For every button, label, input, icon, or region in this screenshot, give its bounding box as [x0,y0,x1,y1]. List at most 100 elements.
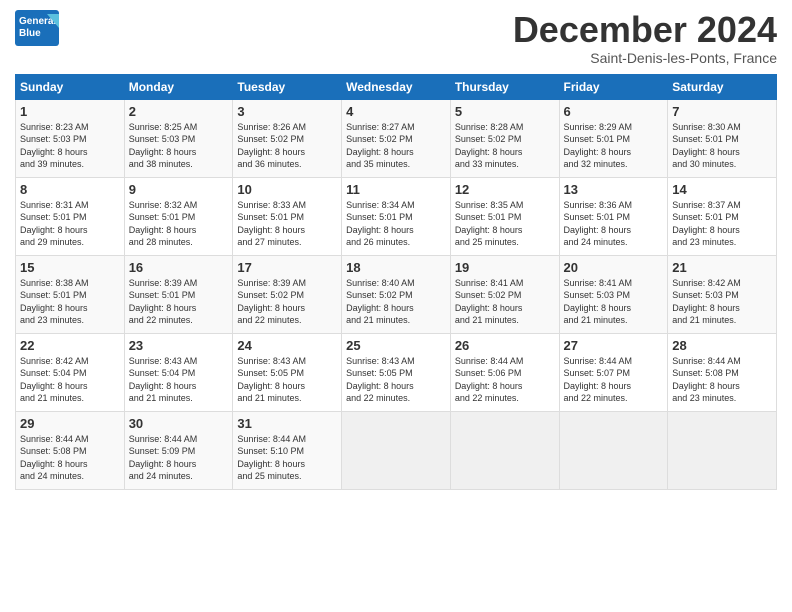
calendar-cell [559,411,668,489]
day-number: 22 [20,338,120,353]
header: General Blue December 2024 Saint-Denis-l… [15,10,777,66]
calendar-cell: 30 Sunrise: 8:44 AM Sunset: 5:09 PM Dayli… [124,411,233,489]
day-number: 16 [129,260,229,275]
calendar-week-1: 1Sunrise: 8:23 AM Sunset: 5:03 PM Daylig… [16,99,777,177]
day-number: 20 [564,260,664,275]
day-info: Sunrise: 8:42 AM Sunset: 5:03 PM Dayligh… [672,277,772,327]
calendar-cell [450,411,559,489]
title-area: December 2024 Saint-Denis-les-Ponts, Fra… [513,10,777,66]
day-info: Sunrise: 8:31 AM Sunset: 5:01 PM Dayligh… [20,199,120,249]
day-number: 6 [564,104,664,119]
header-sunday: Sunday [16,74,125,99]
day-number: 24 [237,338,337,353]
day-info: Sunrise: 8:33 AM Sunset: 5:01 PM Dayligh… [237,199,337,249]
day-info: Sunrise: 8:43 AM Sunset: 5:05 PM Dayligh… [346,355,446,405]
day-info: Sunrise: 8:43 AM Sunset: 5:05 PM Dayligh… [237,355,337,405]
calendar-cell: 29Sunrise: 8:44 AM Sunset: 5:08 PM Dayli… [16,411,125,489]
calendar-cell: 16Sunrise: 8:39 AM Sunset: 5:01 PM Dayli… [124,255,233,333]
day-info: Sunrise: 8:44 AM Sunset: 5:09 PM Dayligh… [129,433,229,483]
header-saturday: Saturday [668,74,777,99]
calendar-page: General Blue December 2024 Saint-Denis-l… [0,0,792,612]
day-number: 4 [346,104,446,119]
day-info: Sunrise: 8:28 AM Sunset: 5:02 PM Dayligh… [455,121,555,171]
day-info: Sunrise: 8:39 AM Sunset: 5:02 PM Dayligh… [237,277,337,327]
day-info: Sunrise: 8:27 AM Sunset: 5:02 PM Dayligh… [346,121,446,171]
day-info: Sunrise: 8:32 AM Sunset: 5:01 PM Dayligh… [129,199,229,249]
calendar-cell [668,411,777,489]
day-number: 17 [237,260,337,275]
day-info: Sunrise: 8:41 AM Sunset: 5:02 PM Dayligh… [455,277,555,327]
day-info: Sunrise: 8:44 AM Sunset: 5:08 PM Dayligh… [672,355,772,405]
day-info: Sunrise: 8:44 AM Sunset: 5:08 PM Dayligh… [20,433,120,483]
calendar-cell: 27Sunrise: 8:44 AM Sunset: 5:07 PM Dayli… [559,333,668,411]
calendar-cell: 21 Sunrise: 8:42 AM Sunset: 5:03 PM Dayli… [668,255,777,333]
calendar-cell: 14 Sunrise: 8:37 AM Sunset: 5:01 PM Dayli… [668,177,777,255]
calendar-cell: 31 Sunrise: 8:44 AM Sunset: 5:10 PM Dayli… [233,411,342,489]
day-number: 19 [455,260,555,275]
day-info: Sunrise: 8:37 AM Sunset: 5:01 PM Dayligh… [672,199,772,249]
day-info: Sunrise: 8:44 AM Sunset: 5:07 PM Dayligh… [564,355,664,405]
day-info: Sunrise: 8:42 AM Sunset: 5:04 PM Dayligh… [20,355,120,405]
day-number: 3 [237,104,337,119]
calendar-cell: 10 Sunrise: 8:33 AM Sunset: 5:01 PM Dayli… [233,177,342,255]
day-info: Sunrise: 8:41 AM Sunset: 5:03 PM Dayligh… [564,277,664,327]
day-number: 14 [672,182,772,197]
logo: General Blue [15,10,59,46]
calendar-header-row: Sunday Monday Tuesday Wednesday Thursday… [16,74,777,99]
day-number: 31 [237,416,337,431]
day-info: Sunrise: 8:35 AM Sunset: 5:01 PM Dayligh… [455,199,555,249]
calendar-cell: 28Sunrise: 8:44 AM Sunset: 5:08 PM Dayli… [668,333,777,411]
calendar-week-4: 22 Sunrise: 8:42 AM Sunset: 5:04 PM Dayli… [16,333,777,411]
calendar-cell: 23 Sunrise: 8:43 AM Sunset: 5:04 PM Dayli… [124,333,233,411]
logo-icon: General Blue [15,10,59,46]
day-number: 26 [455,338,555,353]
header-wednesday: Wednesday [342,74,451,99]
day-info: Sunrise: 8:44 AM Sunset: 5:10 PM Dayligh… [237,433,337,483]
calendar-cell: 13Sunrise: 8:36 AM Sunset: 5:01 PM Dayli… [559,177,668,255]
header-monday: Monday [124,74,233,99]
day-number: 23 [129,338,229,353]
day-number: 10 [237,182,337,197]
calendar-cell: 3 Sunrise: 8:26 AM Sunset: 5:02 PM Daylig… [233,99,342,177]
day-number: 9 [129,182,229,197]
calendar-week-5: 29Sunrise: 8:44 AM Sunset: 5:08 PM Dayli… [16,411,777,489]
day-number: 11 [346,182,446,197]
day-info: Sunrise: 8:40 AM Sunset: 5:02 PM Dayligh… [346,277,446,327]
calendar-cell: 12 Sunrise: 8:35 AM Sunset: 5:01 PM Dayli… [450,177,559,255]
calendar-cell: 9 Sunrise: 8:32 AM Sunset: 5:01 PM Daylig… [124,177,233,255]
day-info: Sunrise: 8:25 AM Sunset: 5:03 PM Dayligh… [129,121,229,171]
calendar-cell: 11 Sunrise: 8:34 AM Sunset: 5:01 PM Dayli… [342,177,451,255]
day-number: 12 [455,182,555,197]
calendar-cell: 7 Sunrise: 8:30 AM Sunset: 5:01 PM Daylig… [668,99,777,177]
calendar-cell: 8 Sunrise: 8:31 AM Sunset: 5:01 PM Daylig… [16,177,125,255]
calendar-cell: 25Sunrise: 8:43 AM Sunset: 5:05 PM Dayli… [342,333,451,411]
day-number: 13 [564,182,664,197]
calendar-cell: 6 Sunrise: 8:29 AM Sunset: 5:01 PM Daylig… [559,99,668,177]
day-info: Sunrise: 8:29 AM Sunset: 5:01 PM Dayligh… [564,121,664,171]
day-number: 7 [672,104,772,119]
day-info: Sunrise: 8:43 AM Sunset: 5:04 PM Dayligh… [129,355,229,405]
day-number: 21 [672,260,772,275]
day-info: Sunrise: 8:26 AM Sunset: 5:02 PM Dayligh… [237,121,337,171]
month-title: December 2024 [513,10,777,50]
day-number: 2 [129,104,229,119]
calendar-table: Sunday Monday Tuesday Wednesday Thursday… [15,74,777,490]
day-number: 8 [20,182,120,197]
calendar-cell: 22 Sunrise: 8:42 AM Sunset: 5:04 PM Dayli… [16,333,125,411]
calendar-cell: 4 Sunrise: 8:27 AM Sunset: 5:02 PM Daylig… [342,99,451,177]
calendar-cell [342,411,451,489]
calendar-week-3: 15Sunrise: 8:38 AM Sunset: 5:01 PM Dayli… [16,255,777,333]
calendar-cell: 2 Sunrise: 8:25 AM Sunset: 5:03 PM Daylig… [124,99,233,177]
day-info: Sunrise: 8:30 AM Sunset: 5:01 PM Dayligh… [672,121,772,171]
day-info: Sunrise: 8:34 AM Sunset: 5:01 PM Dayligh… [346,199,446,249]
day-info: Sunrise: 8:44 AM Sunset: 5:06 PM Dayligh… [455,355,555,405]
header-friday: Friday [559,74,668,99]
calendar-cell: 5Sunrise: 8:28 AM Sunset: 5:02 PM Daylig… [450,99,559,177]
location: Saint-Denis-les-Ponts, France [513,50,777,66]
day-number: 18 [346,260,446,275]
day-number: 30 [129,416,229,431]
header-thursday: Thursday [450,74,559,99]
day-info: Sunrise: 8:38 AM Sunset: 5:01 PM Dayligh… [20,277,120,327]
calendar-cell: 24 Sunrise: 8:43 AM Sunset: 5:05 PM Dayli… [233,333,342,411]
calendar-cell: 1Sunrise: 8:23 AM Sunset: 5:03 PM Daylig… [16,99,125,177]
